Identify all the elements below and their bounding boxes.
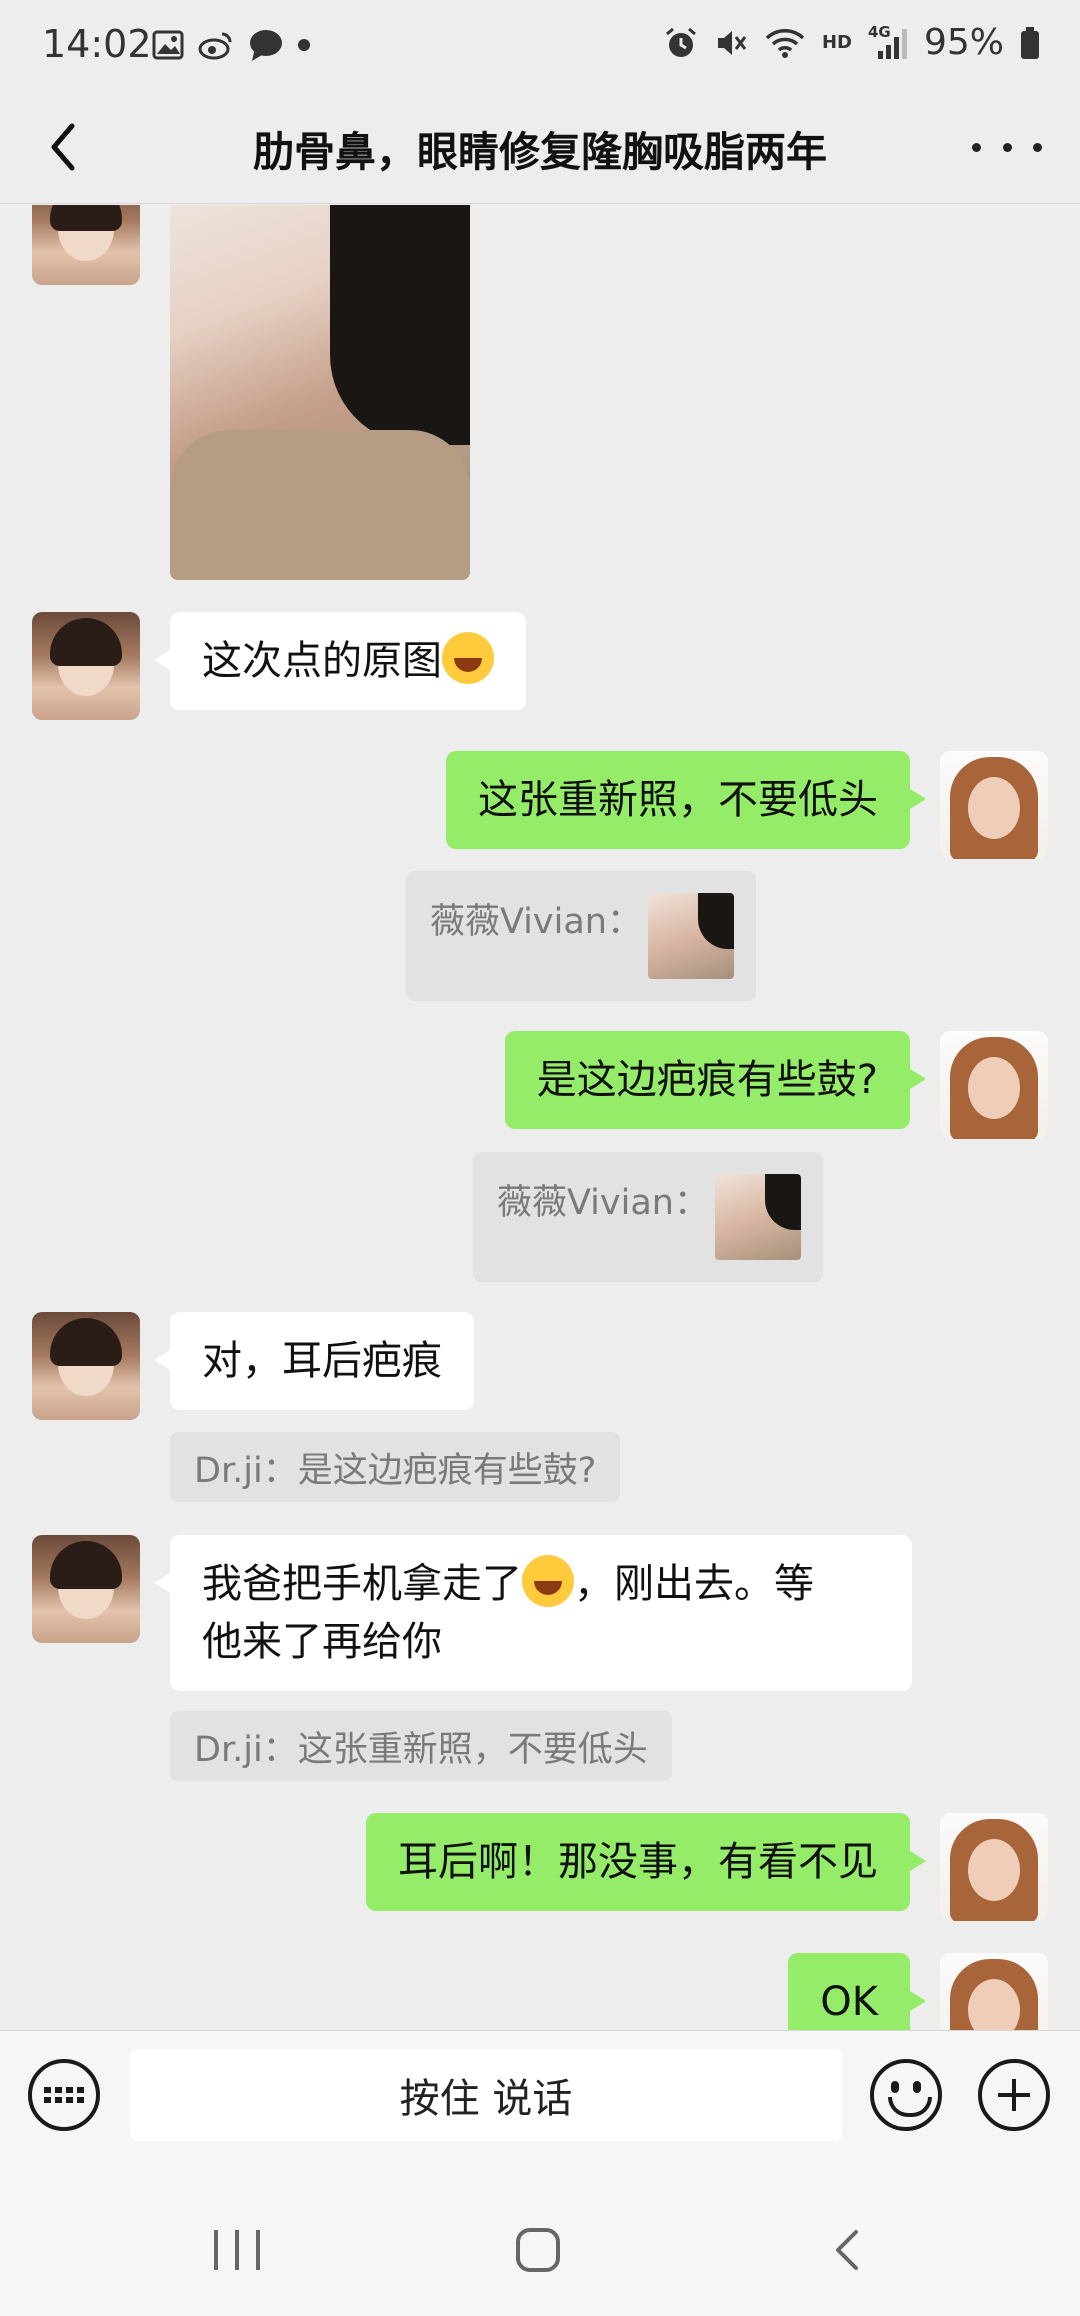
input-bar: 按住 说话 — [0, 2030, 1080, 2158]
wifi-icon — [765, 28, 805, 58]
quote-image-thumbnail[interactable] — [715, 1174, 801, 1260]
quoted-message[interactable]: Dr.ji：是这边疤痕有些鼓? — [170, 1432, 621, 1502]
laughing-tears-emoji-icon — [442, 632, 494, 684]
quoted-message[interactable]: 薇薇Vivian： — [406, 871, 756, 1001]
text-message[interactable]: 这次点的原图 — [154, 612, 526, 710]
signal-indicator: 4G — [868, 23, 908, 61]
self-avatar[interactable] — [940, 751, 1048, 859]
message-text: 这次点的原图 — [202, 638, 442, 684]
contact-avatar[interactable] — [32, 205, 140, 285]
text-message[interactable]: 对，耳后疤痕 — [154, 1312, 474, 1410]
chevron-left-icon — [51, 123, 75, 171]
text-message[interactable]: 是这边疤痕有些鼓? — [504, 1031, 927, 1129]
hold-to-talk-button[interactable]: 按住 说话 — [130, 2049, 842, 2141]
back-button[interactable] — [30, 114, 96, 180]
nav-back-icon — [836, 2230, 858, 2270]
message-text: 是这边疤痕有些鼓? — [536, 1057, 878, 1103]
self-avatar[interactable] — [940, 1953, 1048, 2030]
keyboard-toggle-button[interactable] — [28, 2059, 100, 2131]
emoji-button[interactable] — [870, 2059, 942, 2131]
signal-icon — [877, 28, 907, 59]
message-text: 对，耳后疤痕 — [202, 1338, 442, 1384]
crying-emoji-icon — [522, 1555, 574, 1607]
system-nav-bar — [0, 2158, 1080, 2316]
quote-sender: 薇薇Vivian： — [430, 902, 642, 942]
quote-image-thumbnail[interactable] — [648, 893, 734, 979]
chat-header: 肋骨鼻，眼睛修复隆胸吸脂两年 — [0, 92, 1080, 204]
weibo-icon — [198, 32, 232, 60]
quote-text: Dr.ji：是这边疤痕有些鼓? — [194, 1450, 597, 1491]
message-text: ，刚出去。等 — [574, 1561, 814, 1607]
quoted-message[interactable]: 薇薇Vivian： — [473, 1152, 823, 1282]
more-options-button[interactable] — [972, 132, 1042, 162]
message-text: 我爸把手机拿走了 — [202, 1561, 522, 1607]
quote-text: Dr.ji：这张重新照，不要低头 — [194, 1729, 648, 1770]
gallery-icon — [152, 30, 184, 60]
self-avatar[interactable] — [940, 1031, 1048, 1139]
contact-avatar[interactable] — [32, 1312, 140, 1420]
chat-title: 肋骨鼻，眼睛修复隆胸吸脂两年 — [253, 128, 827, 176]
battery-icon — [1021, 26, 1039, 59]
alarm-icon — [666, 27, 696, 57]
more-functions-button[interactable] — [978, 2059, 1050, 2131]
system-status-icons: HD 4G 95% — [664, 22, 1040, 63]
message-list[interactable]: 这次点的原图 这张重新照，不要低头 薇薇Vivian： 是这边疤痕有些鼓? 薇薇… — [0, 205, 1080, 2030]
more-notifications-dot — [298, 39, 310, 51]
text-message[interactable]: OK — [788, 1953, 926, 2030]
quoted-message[interactable]: Dr.ji：这张重新照，不要低头 — [170, 1711, 672, 1781]
image-message[interactable] — [170, 205, 470, 580]
battery-percent: 95% — [923, 22, 1004, 63]
home-button[interactable] — [516, 2228, 560, 2272]
text-message[interactable]: 这张重新照，不要低头 — [446, 751, 926, 849]
contact-avatar[interactable] — [32, 1535, 140, 1643]
message-text: 这张重新照，不要低头 — [478, 777, 878, 823]
message-text: OK — [820, 1979, 878, 2025]
status-bar: 14:02 HD 4G 95% — [0, 0, 1080, 92]
mute-icon — [717, 30, 747, 55]
status-time: 14:02 — [42, 22, 152, 66]
text-message[interactable]: 我爸把手机拿走了 ，刚出去。等 他来了再给你 — [154, 1535, 912, 1691]
nav-back-button[interactable] — [826, 2228, 870, 2272]
recent-apps-button[interactable] — [214, 2230, 260, 2270]
contact-avatar[interactable] — [32, 612, 140, 720]
self-avatar[interactable] — [940, 1813, 1048, 1921]
chat-notification-icon — [250, 30, 282, 61]
notification-icons — [152, 28, 310, 62]
keyboard-icon — [44, 2087, 84, 2103]
hd-label: HD — [821, 32, 852, 53]
message-text: 他来了再给你 — [202, 1619, 442, 1665]
message-text: 耳后啊！那没事，有看不见 — [398, 1839, 878, 1885]
quote-sender: 薇薇Vivian： — [497, 1183, 709, 1223]
more-dots-icon — [972, 142, 981, 152]
text-message[interactable]: 耳后啊！那没事，有看不见 — [366, 1813, 926, 1911]
